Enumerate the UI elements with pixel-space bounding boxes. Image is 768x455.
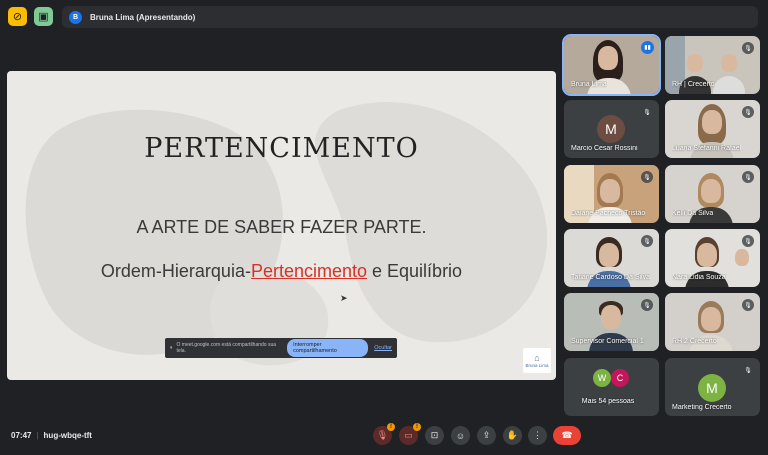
mic-off-icon: 🎙	[742, 235, 754, 247]
more-vert-icon: ⋮	[533, 430, 542, 440]
mic-off-icon: 🎙	[641, 235, 653, 247]
house-logo-icon: ⌂	[534, 353, 540, 363]
participant-name: Luana Stefanni Rafael	[672, 145, 742, 152]
participant-avatar: M	[698, 374, 726, 402]
mic-off-icon: 🎙	[641, 171, 653, 183]
speaking-indicator-icon: ▮▮	[641, 41, 654, 54]
participant-name: Marketing Crecerto	[672, 404, 732, 411]
participant-tile[interactable]: 🎙 Supervisor Comercial 1	[564, 293, 659, 351]
mic-off-icon: 🎙	[641, 106, 653, 118]
participant-tile[interactable]: 🎙 Nara Lidia Souza	[665, 229, 760, 287]
share-notification-text: O meet.google.com está compartilhando su…	[176, 342, 277, 354]
participant-name: Nara Lidia Souza	[672, 274, 726, 281]
participant-tile[interactable]: 🎙 Luana Stefanni Rafael	[665, 100, 760, 158]
warning-badge: !	[413, 423, 421, 431]
shared-slide: PERTENCIMENTO A ARTE DE SABER FAZER PART…	[7, 71, 556, 380]
meeting-code: hug-wbqe-tft	[43, 431, 92, 440]
mic-toggle-button[interactable]: 🎙 !	[373, 423, 395, 445]
slide-logo: ⌂ Bruna Lima	[523, 348, 551, 373]
mouse-cursor-icon: ➤	[340, 293, 348, 303]
participant-tile[interactable]: M 🎙 Marcio Cesar Rossini	[564, 100, 659, 158]
slide-line-suffix: e Equilíbrio	[367, 261, 463, 281]
mic-off-icon: 🎙	[742, 42, 754, 54]
more-participants-label: Mais 54 pessoas	[581, 398, 635, 405]
mic-off-icon: 🎙	[641, 299, 653, 311]
participant-tile[interactable]: 🎙 RH | Crecerto	[665, 36, 760, 94]
participant-name: RH | Crecerto	[672, 81, 715, 88]
presenter-bar: B Bruna Lima (Apresentando)	[62, 6, 758, 28]
participant-name: Supervisor Comercial 1	[571, 338, 644, 345]
more-participants-tile[interactable]: W C Mais 54 pessoas	[564, 358, 659, 416]
meeting-time: 07:47	[11, 431, 32, 440]
meet-window: ⊘ ▣ B Bruna Lima (Apresentando) PERTENCI…	[0, 0, 768, 455]
participant-avatar: W	[593, 369, 611, 387]
participant-name: Daiane Pacheco Tristão	[571, 210, 646, 217]
present-button[interactable]: ⇪	[477, 426, 496, 445]
participant-avatar: M	[597, 115, 625, 143]
camera-toggle-button[interactable]: ▭ !	[399, 423, 421, 445]
participant-tile[interactable]: 🎙 Kelli Da Silva	[665, 165, 760, 223]
share-notification-bar: ⏸ O meet.google.com está compartilhando …	[165, 338, 397, 358]
camera-off-icon[interactable]: ⊘	[8, 7, 27, 26]
hand-icon: ✋	[506, 430, 519, 440]
mic-off-icon: 🎙	[742, 364, 754, 376]
participant-tile[interactable]: M 🎙 Marketing Crecerto	[665, 358, 760, 416]
more-options-button[interactable]: ⋮	[528, 426, 547, 445]
captions-button[interactable]: ⊡	[425, 426, 444, 445]
emoji-icon: ☺	[455, 430, 466, 441]
slide-title: PERTENCIMENTO	[144, 133, 419, 164]
present-icon: ⇪	[482, 430, 491, 440]
slide-logo-text: Bruna Lima	[525, 363, 549, 368]
participant-tile[interactable]: ▮▮ Bruna Lima	[562, 34, 661, 96]
participant-avatar: C	[611, 369, 629, 387]
raise-hand-button[interactable]: ✋	[503, 426, 522, 445]
reactions-button[interactable]: ☺	[451, 426, 470, 445]
participant-tile[interactable]: 🎙 Tatiane Cardoso Da Silva	[564, 229, 659, 287]
mic-off-icon: 🎙	[742, 106, 754, 118]
stop-sharing-button[interactable]: Interromper compartilhamento	[287, 339, 369, 357]
slide-line-highlight: Pertencimento	[250, 261, 368, 281]
participant-tile[interactable]: 🎙 RH 2 Crecerto	[665, 293, 760, 351]
participant-name: Bruna Lima	[571, 81, 607, 88]
participant-name: RH 2 Crecerto	[672, 338, 717, 345]
presenter-label: Bruna Lima (Apresentando)	[90, 12, 196, 22]
mic-off-icon: 🎙	[376, 430, 389, 440]
participant-name: Tatiane Cardoso Da Silva	[571, 274, 650, 281]
captions-icon: ⊡	[430, 430, 439, 440]
mic-off-icon: 🎙	[742, 171, 754, 183]
participant-name: Kelli Da Silva	[672, 210, 714, 217]
presenter-avatar: B	[69, 10, 82, 24]
present-screen-icon[interactable]: ▣	[34, 7, 53, 26]
leave-call-button[interactable]: ☎	[553, 426, 581, 445]
slide-line: Ordem-Hierarquia-Pertencimento e Equilíb…	[7, 261, 556, 282]
hide-link[interactable]: Ocultar	[374, 345, 392, 351]
hangup-icon: ☎	[561, 430, 573, 440]
participant-tile[interactable]: 🎙 Daiane Pacheco Tristão	[564, 165, 659, 223]
meeting-info: 07:47 | hug-wbqe-tft	[11, 431, 92, 440]
camera-off-icon: ▭	[404, 430, 413, 440]
slide-line-prefix: Ordem-Hierarquia-	[100, 261, 251, 281]
slide-subtitle: A ARTE DE SABER FAZER PARTE.	[136, 217, 427, 237]
participant-name: Marcio Cesar Rossini	[571, 145, 638, 152]
warning-badge: !	[387, 423, 395, 431]
mic-off-icon: 🎙	[742, 299, 754, 311]
pause-icon: ⏸	[170, 345, 173, 351]
